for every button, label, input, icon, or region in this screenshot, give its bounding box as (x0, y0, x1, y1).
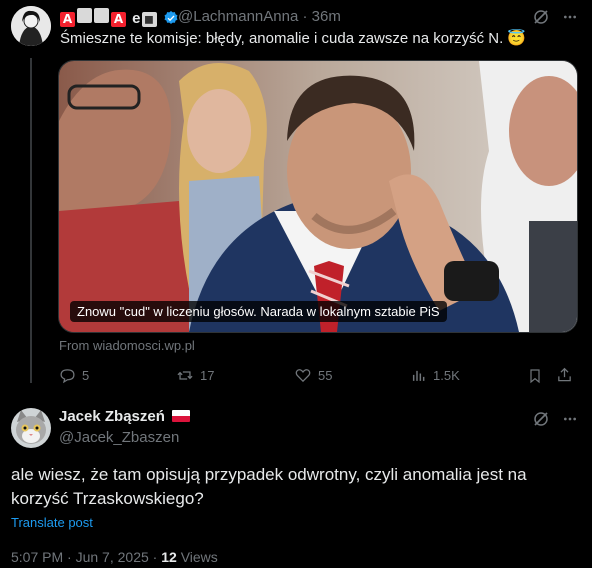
share-icon[interactable] (556, 366, 573, 384)
more-icon[interactable] (562, 411, 578, 427)
translate-link[interactable]: Translate post (11, 515, 93, 530)
link-source[interactable]: From wiadomosci.wp.pl (59, 338, 195, 353)
post-text: Śmieszne te komisje: błędy, anomalie i c… (60, 30, 527, 47)
handle[interactable]: @LachmannAnna (178, 8, 298, 25)
timestamp[interactable]: 36m (312, 8, 341, 25)
square-icon (77, 8, 92, 23)
handle[interactable]: @Jacek_Zbaszen (59, 429, 179, 446)
emoji-icon: ◼ (141, 12, 157, 27)
reply-button[interactable]: 5 (59, 367, 89, 384)
avatar[interactable] (11, 408, 51, 448)
letter-a-icon: A (60, 12, 75, 27)
letter-a-icon: A (111, 12, 126, 27)
views-count: 12 (161, 549, 177, 565)
display-name-suffix: e (132, 10, 141, 27)
display-name[interactable]: A A e ◼ (60, 8, 179, 27)
views-label: Views (180, 549, 218, 565)
views-button[interactable]: 1.5K (411, 367, 460, 384)
more-icon[interactable] (562, 9, 578, 25)
poland-flag-icon (172, 410, 191, 422)
repost-icon (176, 367, 194, 384)
image-caption: Znowu "cud" w liczeniu głosów. Narada w … (70, 301, 447, 322)
cat-avatar-icon (11, 408, 51, 448)
post-image[interactable]: Znowu "cud" w liczeniu głosów. Narada w … (58, 60, 578, 333)
post-date[interactable]: Jun 7, 2025 (76, 549, 149, 565)
reply-icon (59, 367, 76, 384)
grok-icon[interactable] (532, 8, 550, 26)
avatar[interactable] (11, 6, 51, 46)
bookmark-icon[interactable] (527, 367, 543, 385)
display-name[interactable]: Jacek Zbąszeń (59, 408, 165, 425)
post-text: ale wiesz, że tam opisują przypadek odwr… (11, 465, 527, 508)
post-time[interactable]: 5:07 PM (11, 549, 63, 565)
photo-illustration (59, 61, 577, 332)
like-button[interactable]: 55 (294, 367, 332, 384)
thread-line (30, 58, 32, 383)
heart-icon (294, 367, 312, 384)
grok-icon[interactable] (532, 410, 550, 428)
post-meta: 5:07 PM · Jun 7, 2025 · 12 Views (11, 549, 218, 565)
analytics-icon (411, 367, 427, 384)
square-icon (94, 8, 109, 23)
verified-badge-icon (163, 10, 179, 26)
repost-button[interactable]: 17 (176, 367, 214, 384)
